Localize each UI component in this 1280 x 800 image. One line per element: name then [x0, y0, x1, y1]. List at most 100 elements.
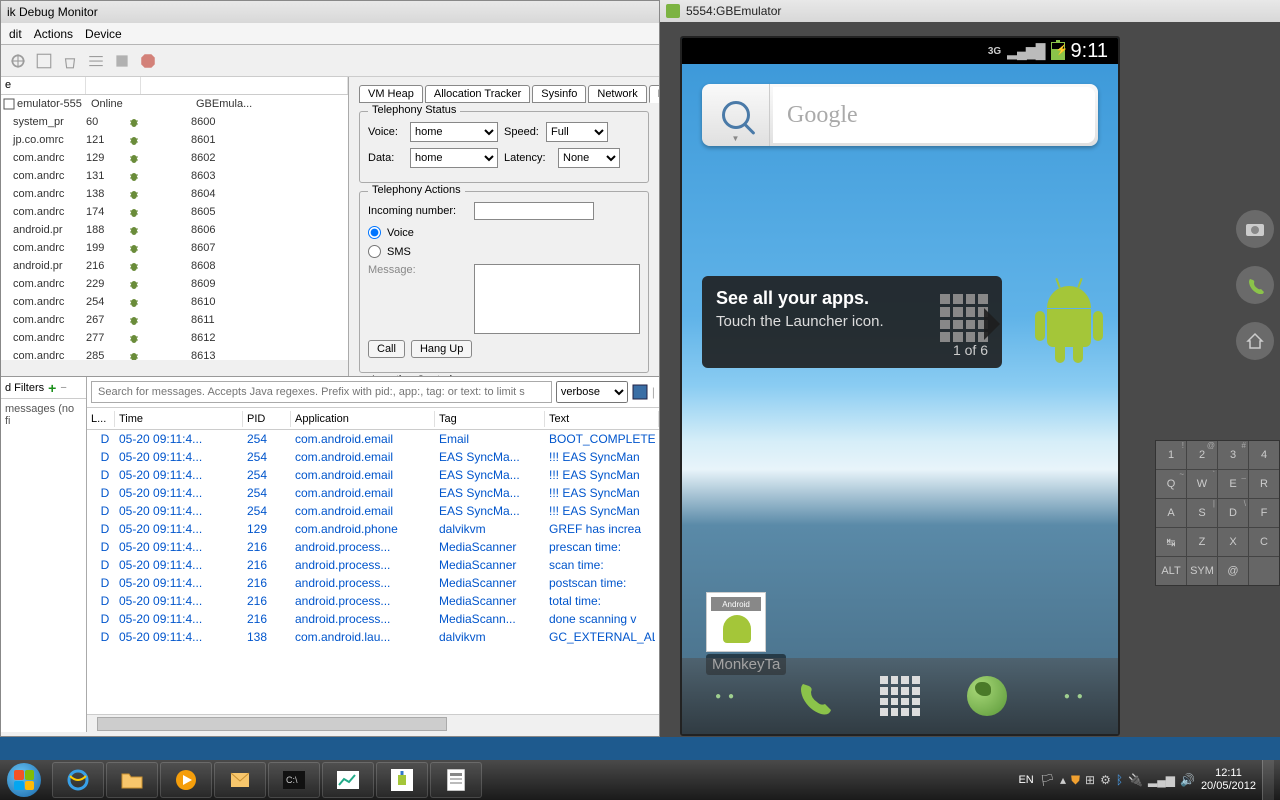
show-desktop-button[interactable] [1262, 760, 1274, 800]
add-filter-icon[interactable]: + [48, 380, 56, 396]
keyboard-key[interactable]: A [1156, 499, 1186, 527]
log-col-tag[interactable]: Tag [435, 411, 545, 427]
android-status-bar[interactable]: 3G ▂▄▆█ ⚡ 9:11 [682, 38, 1118, 64]
power-icon[interactable]: 🔌 [1128, 773, 1143, 787]
keyboard-key[interactable] [1249, 557, 1279, 585]
start-button[interactable] [0, 760, 48, 800]
keyboard-key[interactable]: SYM [1187, 557, 1217, 585]
log-row[interactable]: D 05-20 09:11:4... 254 com.android.email… [87, 448, 659, 466]
log-row[interactable]: D 05-20 09:11:4... 216 android.process..… [87, 610, 659, 628]
latency-select[interactable]: None [558, 148, 620, 168]
keyboard-key[interactable]: ALT [1156, 557, 1186, 585]
process-row[interactable]: com.andrc 174 8605 [1, 203, 348, 221]
log-rows[interactable]: D 05-20 09:11:4... 254 com.android.email… [87, 430, 659, 714]
process-row[interactable]: system_pr 60 8600 [1, 113, 348, 131]
dock-left-indicator[interactable]: ● ● [700, 670, 752, 722]
search-button[interactable]: ▼ [702, 84, 770, 146]
threads-icon[interactable] [87, 52, 105, 70]
data-select[interactable]: home [410, 148, 498, 168]
log-row[interactable]: D 05-20 09:11:4... 138 com.android.lau..… [87, 628, 659, 646]
tray-icons[interactable]: 🏳 ▴ ⛊ ⊞ ⚙ ᛒ 🔌 ▂▄▆ 🔊 [1040, 773, 1195, 788]
hangup-button[interactable]: Hang Up [411, 340, 472, 358]
process-row[interactable]: com.andrc 254 8610 [1, 293, 348, 311]
dev-col-pid[interactable] [86, 77, 141, 94]
process-row[interactable]: com.andrc 285 8613 [1, 347, 348, 360]
keyboard-key[interactable]: Z [1187, 528, 1217, 556]
keyboard-key[interactable]: S| [1187, 499, 1217, 527]
taskbar-chart[interactable] [322, 762, 374, 798]
tray-lang[interactable]: EN [1018, 774, 1033, 786]
log-row[interactable]: D 05-20 09:11:4... 216 android.process..… [87, 556, 659, 574]
process-row[interactable]: android.pr 216 8608 [1, 257, 348, 275]
search-placeholder[interactable]: Google [773, 87, 1095, 143]
log-search-input[interactable] [91, 381, 552, 403]
speed-select[interactable]: Full [546, 122, 608, 142]
taskbar-explorer[interactable] [106, 762, 158, 798]
dock-right-indicator[interactable]: ● ● [1048, 670, 1100, 722]
keyboard-key[interactable]: F [1249, 499, 1279, 527]
keyboard-key[interactable]: X [1218, 528, 1248, 556]
dock-browser[interactable] [961, 670, 1013, 722]
gc-icon[interactable] [61, 52, 79, 70]
process-row[interactable]: com.andrc 277 8612 [1, 329, 348, 347]
log-col-app[interactable]: Application [291, 411, 435, 427]
keyboard-key[interactable]: ↹ [1156, 528, 1186, 556]
keyboard-key[interactable]: @ [1218, 557, 1248, 585]
keyboard-key[interactable]: 1! [1156, 441, 1186, 469]
ddms-titlebar[interactable]: ik Debug Monitor [1, 1, 659, 23]
filter-all-messages[interactable]: messages (no fi [1, 399, 86, 431]
debug-icon[interactable] [9, 52, 27, 70]
keyboard-key[interactable]: R [1249, 470, 1279, 498]
keyboard-key[interactable]: 4 [1249, 441, 1279, 469]
process-row[interactable]: com.andrc 138 8604 [1, 185, 348, 203]
home-button-side[interactable] [1236, 322, 1274, 360]
process-row[interactable]: com.andrc 199 8607 [1, 239, 348, 257]
process-row[interactable]: android.pr 188 8606 [1, 221, 348, 239]
taskbar-app4[interactable] [214, 762, 266, 798]
message-textarea[interactable] [474, 264, 640, 334]
log-row[interactable]: D 05-20 09:11:4... 254 com.android.email… [87, 484, 659, 502]
log-col-pid[interactable]: PID [243, 411, 291, 427]
dev-col-port[interactable] [141, 77, 348, 94]
process-row[interactable]: com.andrc 129 8602 [1, 149, 348, 167]
tray-gear-icon[interactable]: ⚙ [1100, 773, 1111, 787]
log-row[interactable]: D 05-20 09:11:4... 216 android.process..… [87, 574, 659, 592]
taskbar-mediaplayer[interactable] [160, 762, 212, 798]
google-search-widget[interactable]: ▼ Google [702, 84, 1098, 146]
log-level-select[interactable]: verbose [556, 381, 628, 403]
tab-emulator[interactable]: Emu [649, 85, 659, 103]
taskbar-ie[interactable] [52, 762, 104, 798]
dock-phone[interactable] [787, 670, 839, 722]
process-row[interactable]: com.andrc 229 8609 [1, 275, 348, 293]
log-row[interactable]: D 05-20 09:11:4... 254 com.android.email… [87, 466, 659, 484]
log-row[interactable]: D 05-20 09:11:4... 129 com.android.phone… [87, 520, 659, 538]
tab-vm-heap[interactable]: VM Heap [359, 85, 423, 103]
keyboard-key[interactable]: Q~ [1156, 470, 1186, 498]
emulator-titlebar[interactable]: 5554:GBEmulator [660, 0, 1280, 22]
remove-filter-icon[interactable]: − [60, 382, 66, 394]
tab-alloc-tracker[interactable]: Allocation Tracker [425, 85, 530, 103]
bluetooth-icon[interactable]: ᛒ [1116, 773, 1123, 787]
tray-up-icon[interactable]: ▴ [1060, 773, 1066, 787]
stop-icon[interactable] [139, 52, 157, 70]
process-row[interactable]: jp.co.omrc 121 8601 [1, 131, 348, 149]
onboarding-tooltip[interactable]: See all your apps. Touch the Launcher ic… [702, 276, 1002, 368]
taskbar-cmd[interactable]: C:\ [268, 762, 320, 798]
heap-icon[interactable] [113, 52, 131, 70]
log-horizontal-scrollbar[interactable] [87, 714, 659, 732]
android-mascot-icon[interactable] [1034, 286, 1104, 372]
log-row[interactable]: D 05-20 09:11:4... 254 com.android.email… [87, 430, 659, 448]
camera-button[interactable] [1236, 210, 1274, 248]
log-row[interactable]: D 05-20 09:11:4... 254 com.android.email… [87, 502, 659, 520]
tray-clock[interactable]: 12:11 20/05/2012 [1201, 767, 1256, 792]
menu-device[interactable]: Device [85, 27, 122, 41]
keyboard-key[interactable]: E_ [1218, 470, 1248, 498]
log-col-text[interactable]: Text [545, 411, 659, 427]
dock-launcher[interactable] [874, 670, 926, 722]
device-screen[interactable]: 3G ▂▄▆█ ⚡ 9:11 ▼ Google See all your app… [680, 36, 1120, 736]
keyboard-key[interactable]: W` [1187, 470, 1217, 498]
log-row[interactable]: D 05-20 09:11:4... 216 android.process..… [87, 538, 659, 556]
shield-icon[interactable]: ⛊ [1071, 773, 1080, 788]
keyboard-key[interactable]: 3# [1218, 441, 1248, 469]
keyboard-key[interactable]: 2@ [1187, 441, 1217, 469]
